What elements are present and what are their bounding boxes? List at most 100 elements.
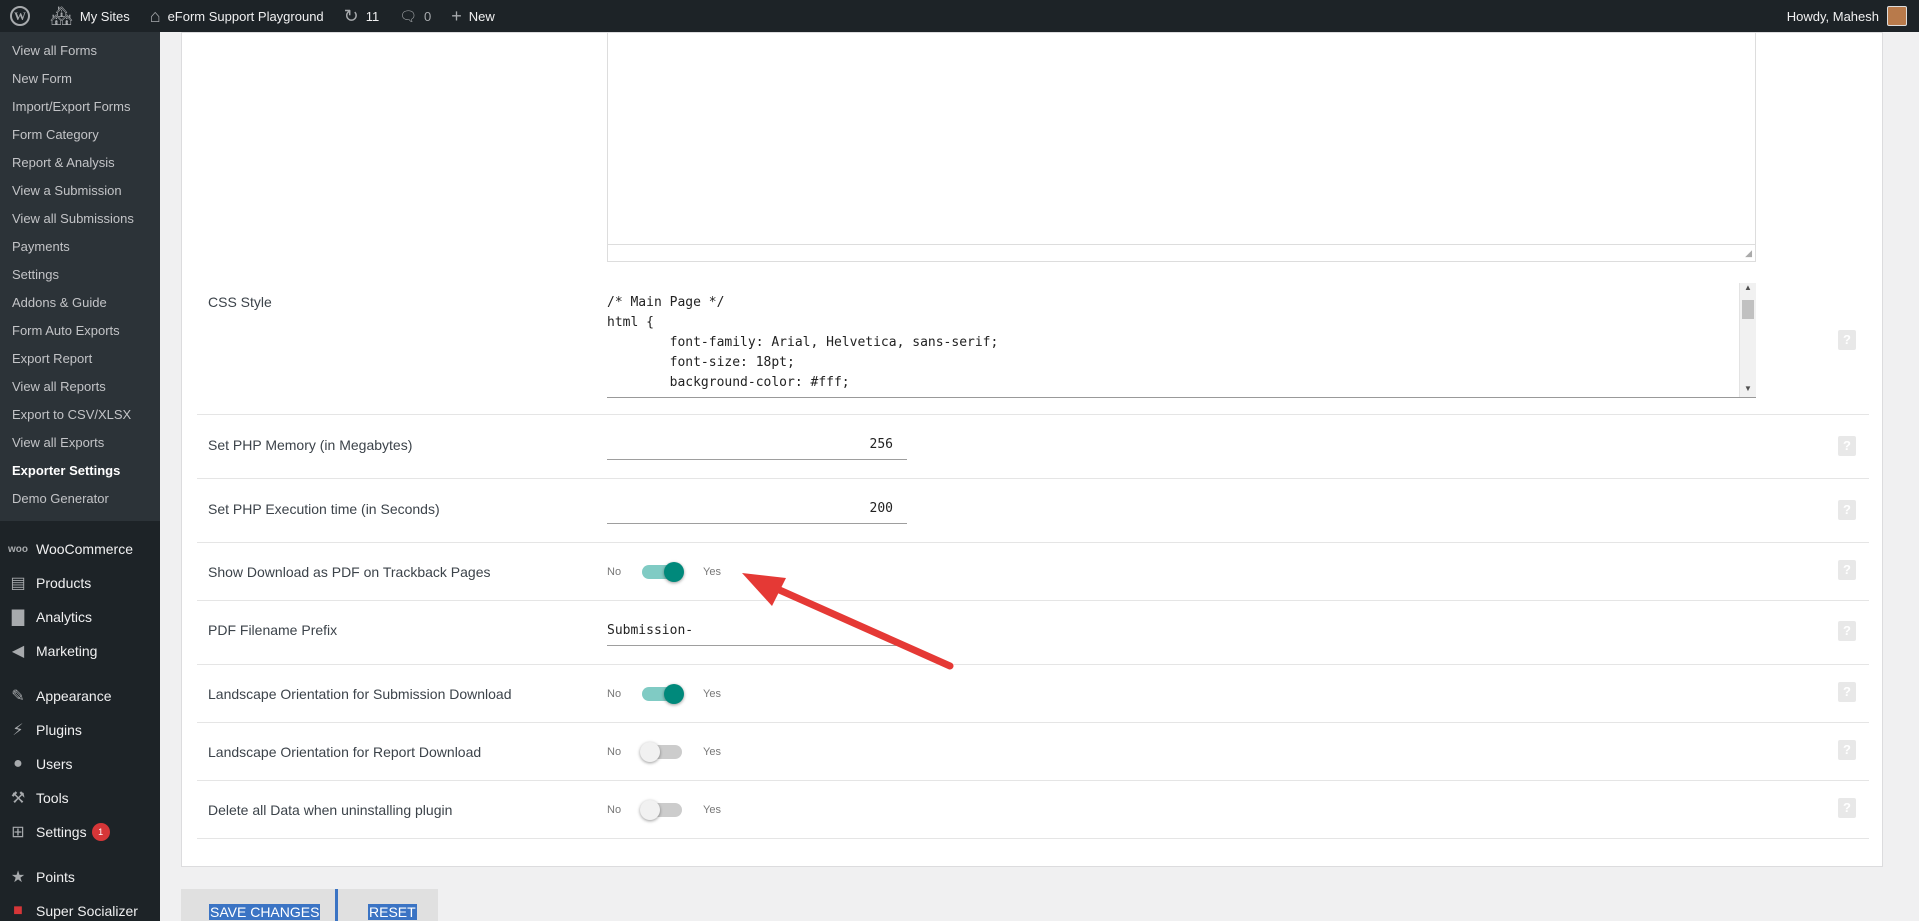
new-content-menu[interactable]: + New — [441, 0, 505, 32]
submenu-settings[interactable]: Settings — [0, 261, 160, 289]
submenu-form-auto-exports[interactable]: Form Auto Exports — [0, 317, 160, 345]
sidebar-item-label: Marketing — [36, 643, 98, 659]
submenu-demo-generator[interactable]: Demo Generator — [0, 485, 160, 513]
css-style-editor[interactable]: /* Main Page */ html { font-family: Aria… — [607, 283, 1756, 398]
landscape-submission-switch[interactable] — [640, 684, 684, 704]
save-changes-button[interactable]: SAVE CHANGES — [181, 889, 338, 921]
sidebar-item-label: Products — [36, 575, 92, 591]
submenu-addons-guide[interactable]: Addons & Guide — [0, 289, 160, 317]
submenu-view-all-exports[interactable]: View all Exports — [0, 429, 160, 457]
sidebar-item-plugins[interactable]: ⚡︎ Plugins — [0, 713, 160, 747]
submenu-export-report[interactable]: Export Report — [0, 345, 160, 373]
css-style-row: CSS Style /* Main Page */ html { font-fa… — [197, 273, 1869, 415]
help-icon[interactable]: ? — [1838, 798, 1856, 818]
my-sites-menu[interactable]: 🏘︎ My Sites — [40, 0, 140, 32]
archive-icon: ▤ — [10, 575, 26, 592]
textarea-scrollbar[interactable] — [608, 244, 1755, 261]
scroll-up-icon[interactable]: ▲ — [1740, 283, 1756, 297]
avatar — [1887, 6, 1907, 26]
help-icon[interactable]: ? — [1838, 560, 1856, 580]
sidebar-item-label: Settings — [36, 824, 87, 840]
sidebar-item-tools[interactable]: ⚒︎ Tools — [0, 781, 160, 815]
submenu-payments[interactable]: Payments — [0, 233, 160, 261]
account-menu[interactable]: Howdy, Mahesh — [1787, 6, 1919, 26]
admin-bar: W 🏘︎ My Sites ⌂ eForm Support Playground… — [0, 0, 1919, 32]
pdf-prefix-input[interactable]: Submission- — [607, 616, 907, 646]
new-label: New — [468, 8, 495, 24]
sidebar-item-super-socializer[interactable]: ■ Super Socializer — [0, 894, 160, 921]
comments-count: 0 — [424, 8, 432, 24]
sidebar-item-label: Super Socializer — [36, 903, 138, 919]
scroll-thumb[interactable] — [1742, 300, 1754, 319]
pdf-prefix-label: PDF Filename Prefix — [208, 622, 338, 638]
help-icon[interactable]: ? — [1838, 330, 1856, 350]
plus-icon: + — [451, 6, 462, 26]
previous-textarea[interactable]: ◢ — [607, 33, 1756, 262]
toggle-no-label: No — [607, 566, 622, 578]
show-pdf-label: Show Download as PDF on Trackback Pages — [208, 564, 491, 580]
php-memory-input[interactable]: 256 — [607, 430, 907, 460]
sidebar-item-label: WooCommerce — [36, 541, 133, 557]
save-changes-label: SAVE CHANGES — [209, 904, 321, 920]
submenu-exporter-settings[interactable]: Exporter Settings — [0, 457, 160, 485]
help-icon[interactable]: ? — [1838, 621, 1856, 641]
css-editor-scrollbar[interactable]: ▲ ▼ — [1739, 283, 1756, 397]
php-exec-input[interactable]: 200 — [607, 494, 907, 524]
reset-button[interactable]: RESET — [338, 889, 438, 921]
css-style-code: /* Main Page */ html { font-family: Aria… — [607, 295, 999, 390]
wrench-icon: ⚒︎ — [10, 790, 26, 807]
updates-count: 11 — [365, 8, 380, 24]
show-pdf-switch[interactable] — [640, 562, 684, 582]
sidebar-item-marketing[interactable]: ◀ Marketing — [0, 634, 160, 668]
landscape-submission-label: Landscape Orientation for Submission Dow… — [208, 686, 512, 702]
sidebar-item-label: Tools — [36, 790, 69, 806]
settings-icon: ⊞ — [11, 824, 25, 841]
landscape-submission-row: Landscape Orientation for Submission Dow… — [197, 665, 1869, 723]
toggle-yes-label: Yes — [703, 566, 721, 578]
help-icon[interactable]: ? — [1838, 500, 1856, 520]
submenu-export-csv-xlsx[interactable]: Export to CSV/XLSX — [0, 401, 160, 429]
landscape-report-label: Landscape Orientation for Report Downloa… — [208, 744, 482, 760]
plug-icon: ⚡︎ — [12, 722, 24, 739]
sidebar-item-analytics[interactable]: ▇ Analytics — [0, 600, 160, 634]
toggle-no-label: No — [607, 688, 622, 700]
show-pdf-toggle-group: No Yes — [607, 562, 721, 582]
pdf-prefix-row: PDF Filename Prefix Submission- ? — [197, 601, 1869, 665]
sidebar-item-points[interactable]: ★ Points — [0, 860, 160, 894]
sidebar-item-users[interactable]: ● Users — [0, 747, 160, 781]
help-icon[interactable]: ? — [1838, 740, 1856, 760]
site-name-menu[interactable]: ⌂ eForm Support Playground — [140, 0, 334, 32]
sidebar-item-appearance[interactable]: ✎ Appearance — [0, 679, 160, 713]
home-icon: ⌂ — [149, 6, 161, 26]
updates-menu[interactable]: ↻ 11 — [334, 0, 390, 32]
submenu-view-a-submission[interactable]: View a Submission — [0, 177, 160, 205]
landscape-report-toggle-group: No Yes — [607, 742, 721, 762]
my-sites-icon: 🏘︎ — [50, 6, 73, 26]
update-count-badge: 1 — [91, 823, 110, 841]
submenu-new-form[interactable]: New Form — [0, 65, 160, 93]
submenu-report-analysis[interactable]: Report & Analysis — [0, 149, 160, 177]
sidebar-item-products[interactable]: ▤ Products — [0, 566, 160, 600]
resize-handle-icon[interactable]: ◢ — [1745, 248, 1752, 259]
wp-logo-menu[interactable]: W — [0, 0, 40, 32]
submenu-view-all-forms[interactable]: View all Forms — [0, 37, 160, 65]
chart-bar-icon: ▇ — [11, 609, 25, 626]
comments-menu[interactable]: 🗨︎ 0 — [389, 0, 441, 32]
sidebar-item-settings[interactable]: ⊞ Settings 1 — [0, 815, 160, 849]
admin-sidebar: View all Forms New Form Import/Export Fo… — [0, 32, 160, 921]
delete-data-switch[interactable] — [640, 800, 684, 820]
help-icon[interactable]: ? — [1838, 436, 1856, 456]
help-icon[interactable]: ? — [1838, 682, 1856, 702]
delete-data-label: Delete all Data when uninstalling plugin — [208, 802, 453, 818]
show-pdf-row: Show Download as PDF on Trackback Pages … — [197, 543, 1869, 601]
sidebar-item-label: Analytics — [36, 609, 93, 625]
sidebar-item-woocommerce[interactable]: woo WooCommerce — [0, 532, 160, 566]
scroll-down-icon[interactable]: ▼ — [1740, 384, 1756, 397]
submenu-view-all-submissions[interactable]: View all Submissions — [0, 205, 160, 233]
updates-icon: ↻ — [343, 6, 359, 26]
submenu-form-category[interactable]: Form Category — [0, 121, 160, 149]
submenu-view-all-reports[interactable]: View all Reports — [0, 373, 160, 401]
landscape-report-switch[interactable] — [640, 742, 684, 762]
my-sites-label: My Sites — [79, 8, 130, 24]
submenu-import-export-forms[interactable]: Import/Export Forms — [0, 93, 160, 121]
